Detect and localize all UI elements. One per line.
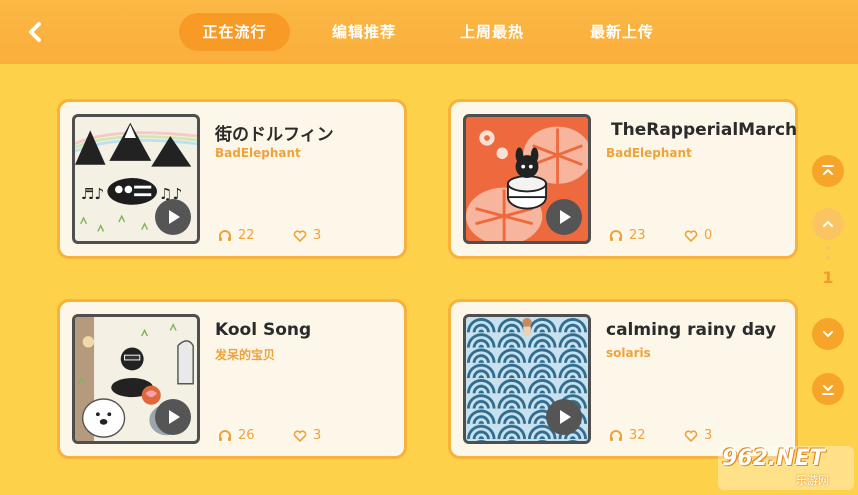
like-count[interactable]: 3 (684, 428, 712, 443)
like-count-value: 0 (704, 228, 713, 243)
play-count-value: 32 (629, 428, 646, 443)
song-title: Kool Song (215, 320, 312, 340)
svg-text:♬♪: ♬♪ (81, 185, 104, 203)
song-cover (463, 114, 591, 244)
heart-icon (293, 429, 307, 442)
like-count-value: 3 (313, 228, 322, 243)
headphones-icon (610, 429, 622, 441)
play-count: 22 (218, 228, 255, 243)
scroll-to-top-button[interactable] (812, 155, 844, 187)
play-count: 32 (609, 428, 646, 443)
song-cover (72, 314, 200, 444)
song-title: TheRapperialMarch (611, 120, 798, 140)
double-up-icon (822, 165, 834, 175)
headphones-icon (219, 429, 231, 441)
song-cover: ♬♪ ♫♪ (72, 114, 200, 244)
like-count[interactable]: 3 (293, 228, 321, 243)
tab-trending[interactable]: 正在流行 (179, 13, 290, 51)
heart-icon (293, 229, 307, 242)
like-count-value: 3 (313, 428, 322, 443)
play-button[interactable] (546, 399, 582, 435)
play-count-value: 23 (629, 228, 646, 243)
play-button[interactable] (155, 399, 191, 435)
song-title: calming rainy day (606, 320, 777, 340)
like-count-value: 3 (704, 428, 713, 443)
song-card[interactable]: ♬♪ ♫♪ 街のドルフィン BadElephant 22 3 (57, 99, 407, 259)
chevron-down-icon (823, 331, 833, 338)
tab-newest[interactable]: 最新上传 (570, 13, 674, 51)
play-button[interactable] (546, 199, 582, 235)
like-count[interactable]: 3 (293, 428, 321, 443)
chevron-left-icon (29, 22, 41, 42)
chevron-up-icon (823, 220, 833, 227)
song-title: 街のドルフィン (215, 125, 334, 145)
headphones-icon (610, 229, 622, 241)
current-page: 1 (822, 268, 834, 287)
song-author[interactable]: BadElephant (215, 146, 301, 160)
watermark-brand: 962.NET (722, 446, 825, 471)
song-card[interactable]: TheRapperialMarch BadElephant 23 0 (448, 99, 798, 259)
scroll-to-bottom-button[interactable] (812, 373, 844, 405)
like-count[interactable]: 0 (684, 228, 712, 243)
double-down-icon (822, 385, 834, 395)
song-author[interactable]: solaris (606, 346, 651, 360)
song-author[interactable]: 发呆的宝贝 (215, 346, 275, 363)
tab-editor-picks[interactable]: 编辑推荐 (312, 13, 416, 51)
tab-last-week-hot[interactable]: 上周最热 (440, 13, 544, 51)
song-author[interactable]: BadElephant (606, 146, 692, 160)
heart-icon (684, 229, 698, 242)
song-card[interactable]: calming rainy day solaris 32 3 (448, 299, 798, 459)
play-button[interactable] (155, 199, 191, 235)
play-count-value: 26 (238, 428, 255, 443)
top-bar: 正在流行 编辑推荐 上周最热 最新上传 (0, 0, 858, 64)
page-dot (826, 256, 830, 260)
back-button[interactable] (22, 18, 50, 46)
headphones-icon (219, 229, 231, 241)
song-cover (463, 314, 591, 444)
page-down-button[interactable] (812, 318, 844, 350)
heart-icon (684, 429, 698, 442)
page-dot (826, 246, 830, 250)
play-count: 26 (218, 428, 255, 443)
song-card[interactable]: Kool Song 发呆的宝贝 26 3 (57, 299, 407, 459)
play-count-value: 22 (238, 228, 255, 243)
play-count: 23 (609, 228, 646, 243)
page-up-button[interactable] (812, 208, 844, 240)
watermark-sub: 乐游网 (796, 474, 829, 487)
